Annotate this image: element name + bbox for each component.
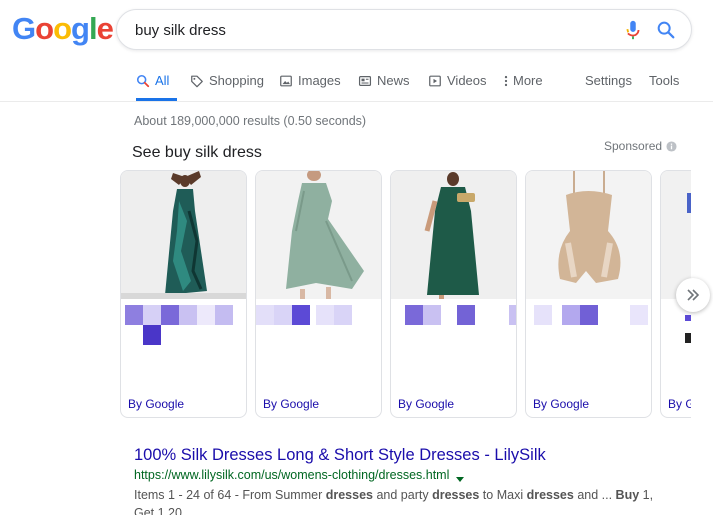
search-icon [136,74,150,88]
tab-more[interactable]: More [503,60,543,101]
news-icon [358,74,372,88]
image-icon [279,74,293,88]
product-image [256,171,381,299]
search-input[interactable] [135,19,605,41]
tab-label: Settings [585,73,632,88]
caret-down-icon[interactable] [456,472,465,482]
tab-label: All [155,73,170,88]
snippet-highlight: dresses [432,488,480,502]
tab-label: Videos [447,73,487,88]
product-card[interactable]: By Google [255,170,382,418]
results-count: About 189,000,000 results (0.50 seconds) [134,114,367,128]
tag-icon [190,74,204,88]
tab-tools[interactable]: Tools [649,60,679,101]
snippet-line: Items 1 - 24 of 64 - From Summer dresses… [134,486,664,515]
tab-videos[interactable]: Videos [428,60,487,101]
mic-icon[interactable] [622,19,644,41]
product-card[interactable]: By Google [390,170,517,418]
snippet-highlight: dresses [526,488,574,502]
tab-news[interactable]: News [358,60,410,101]
blurred-price [395,305,516,349]
logo-letter: o [35,11,54,46]
more-vert-icon [503,74,509,88]
snippet-highlight: Buy [615,488,640,502]
result-url: https://www.lilysilk.com/us/womens-cloth… [134,468,465,482]
product-image [391,171,516,299]
blurred-price [125,305,243,349]
carousel-next-button[interactable] [676,278,710,312]
tab-settings[interactable]: Settings [585,60,632,101]
seller-link[interactable]: By Google [533,397,589,411]
tab-label: Tools [649,73,680,88]
seller-link[interactable]: By Google [398,397,454,411]
seller-link[interactable]: By Google [263,397,319,411]
result-snippet: Items 1 - 24 of 64 - From Summer dresses… [134,486,664,515]
sponsored-text: Sponsored [604,139,663,153]
tab-label: Shopping [209,73,264,88]
product-card[interactable]: By Google [525,170,652,418]
google-logo[interactable]: Google [12,11,114,46]
logo-letter: G [12,11,36,46]
search-box [116,9,692,50]
logo-letter: l [88,11,98,46]
product-image [121,171,246,299]
video-icon [428,74,442,88]
snippet-text: and party [372,488,433,502]
shopping-carousel: By Google By Google By Google By Google … [120,170,691,420]
shopping-title: See buy silk dress [132,144,262,161]
tab-label: News [377,73,410,88]
product-image [526,171,651,299]
snippet-text: to Maxi [479,488,527,502]
snippet-highlight: dresses [325,488,373,502]
tab-images[interactable]: Images [279,60,341,101]
tab-shopping[interactable]: Shopping [190,60,264,101]
tab-all[interactable]: All [136,60,177,101]
blurred-price [256,305,378,349]
info-icon[interactable] [666,140,677,152]
logo-letter: g [71,11,90,46]
blurred-price [530,305,648,349]
chevron-double-right-icon [687,289,700,301]
search-tabs: All Shopping Images News Videos More Set… [0,60,713,102]
tab-label: Images [298,73,341,88]
logo-letter: e [96,11,114,46]
seller-link[interactable]: By G [668,397,691,411]
search-icon [657,21,675,39]
snippet-text: and ... [573,488,616,502]
logo-letter: o [53,11,72,46]
product-card[interactable]: By Google [120,170,247,418]
result-title-link[interactable]: 100% Silk Dresses Long & Short Style Dre… [134,446,546,465]
search-button[interactable] [655,19,677,41]
result-url-text: https://www.lilysilk.com/us/womens-cloth… [134,468,450,482]
snippet-text: Items 1 - 24 of 64 - From Summer [134,488,326,502]
tab-label: More [513,73,543,88]
seller-link[interactable]: By Google [128,397,184,411]
blurred-price [665,305,691,349]
sponsored-label[interactable]: Sponsored [604,139,677,153]
